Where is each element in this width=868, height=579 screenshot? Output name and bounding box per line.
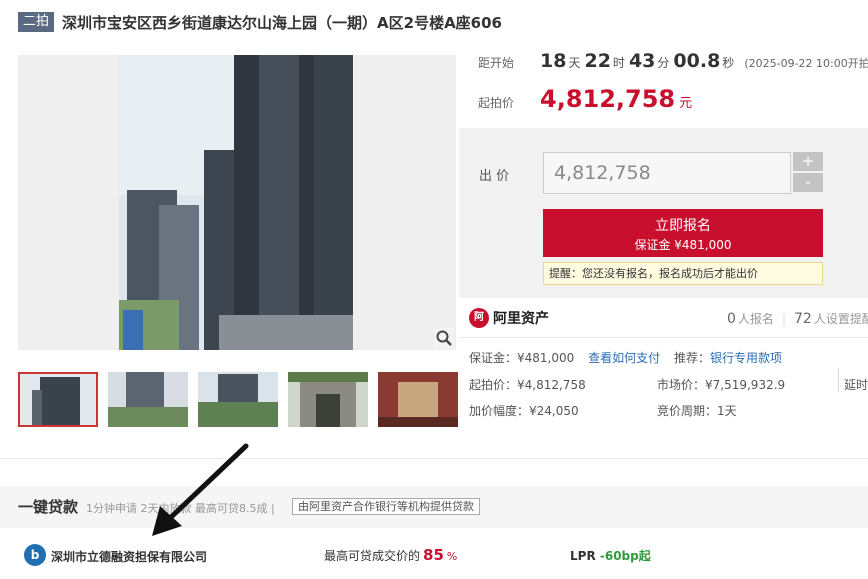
loan-title: 一键贷款: [18, 498, 79, 516]
bid-panel: 出 价 4,812,758 + - 立即报名 保证金 ¥481,000 提醒：您…: [459, 128, 868, 298]
max-loan-percent: 85: [423, 546, 444, 564]
countdown-seconds: 00.8: [673, 50, 721, 72]
annotation-arrow-icon: [152, 443, 249, 536]
deposit-text: 保证金：¥481,000: [469, 351, 575, 365]
ali-assets-icon: 阿: [469, 308, 489, 328]
main-photo[interactable]: [18, 55, 456, 350]
countdown-row: 距开始 18 天 22 时 43 分 00.8 秒 (2025-09-22 10…: [478, 50, 868, 72]
start-price-label: 起拍价: [478, 96, 515, 110]
start-time: (2025-09-22 10:00开拍): [744, 57, 868, 70]
divider: |: [781, 312, 786, 326]
reminder-count: 72: [793, 311, 812, 327]
increase-bid-button[interactable]: +: [793, 152, 823, 171]
title-row: 二拍 深圳市宝安区西乡街道康达尔山海上园（一期）A区2号楼A座606: [18, 10, 502, 34]
delay-info: 延时: [844, 378, 868, 392]
company-logo-icon: b: [24, 544, 46, 566]
countdown-minutes: 43: [628, 50, 656, 72]
enrolled-count: 0: [727, 311, 736, 327]
seconds-unit: 秒: [722, 56, 735, 70]
enroll-button[interactable]: 立即报名 保证金 ¥481,000: [543, 209, 823, 257]
building-photo: [119, 55, 353, 350]
max-loan: 最高可贷成交价的 85%: [324, 546, 457, 564]
percent-sign: %: [446, 550, 458, 563]
minutes-unit: 分: [657, 56, 670, 70]
participation-counts: 0 人报名 | 72 人设置提醒: [727, 310, 868, 327]
magnifier-icon: [436, 330, 452, 346]
reminder-label: 人设置提醒: [813, 312, 868, 326]
how-to-pay-link[interactable]: 查看如何支付: [588, 351, 660, 365]
price-panel: 距开始 18 天 22 时 43 分 00.8 秒 (2025-09-22 10…: [459, 40, 868, 128]
thumbnail-strip: [18, 372, 468, 427]
hours-unit: 时: [612, 56, 625, 70]
decrease-bid-button[interactable]: -: [793, 173, 823, 192]
start-price-info: 起拍价：¥4,812,758: [469, 378, 586, 392]
thumbnail[interactable]: [108, 372, 188, 427]
info-panel: 阿 阿里资产 0 人报名 | 72 人设置提醒 保证金：¥481,000 查看如何支付 …: [459, 298, 868, 433]
countdown-label: 距开始: [478, 56, 515, 70]
bid-input[interactable]: 4,812,758: [543, 152, 791, 194]
bid-label: 出 价: [479, 169, 510, 184]
increment-info: 加价幅度：¥24,050: [469, 404, 579, 418]
enroll-label: 立即报名: [655, 218, 711, 234]
section-divider: [0, 458, 868, 459]
max-loan-label: 最高可贷成交价的: [324, 549, 421, 563]
recommend-label: 推荐：: [673, 351, 710, 365]
lpr-value: -60bp起: [599, 549, 651, 563]
platform-name: 阿里资产: [493, 311, 549, 327]
loan-company-row[interactable]: b 深圳市立德融资担保有限公司 最高可贷成交价的 85% LPR -60bp起: [0, 528, 868, 579]
thumbnail[interactable]: [288, 372, 368, 427]
thumbnail[interactable]: [198, 372, 278, 427]
currency-unit: 元: [679, 96, 693, 111]
enrolled-label: 人报名: [737, 312, 774, 326]
countdown-hours: 22: [584, 50, 611, 72]
deposit-row: 保证金：¥481,000 查看如何支付 推荐：银行专用款项: [469, 349, 782, 366]
loan-provider-tag: 由阿里资产合作银行等机构提供贷款: [292, 498, 480, 515]
lpr-label: LPR: [570, 549, 596, 563]
thumbnail[interactable]: [378, 372, 458, 427]
ali-assets-logo[interactable]: 阿 阿里资产: [469, 308, 549, 328]
start-price-row: 起拍价 4,812,758 元: [478, 85, 692, 113]
zoom-button[interactable]: [434, 328, 454, 348]
divider: [459, 337, 868, 338]
loan-header: 一键贷款 1分钟申请 2天内放款 最高可贷8.5成 | 由阿里资产合作银行等机构…: [0, 486, 868, 528]
reminder-tip: 提醒：您还没有报名，报名成功后才能出价: [543, 262, 823, 285]
company-name: 深圳市立德融资担保有限公司: [51, 550, 208, 564]
deposit-label: 保证金 ¥481,000: [634, 238, 732, 252]
thumbnail[interactable]: [18, 372, 98, 427]
round-badge: 二拍: [18, 12, 55, 32]
days-unit: 天: [568, 56, 581, 70]
bank-account-link[interactable]: 银行专用款项: [710, 351, 782, 365]
divider: [838, 368, 839, 392]
page-title: 深圳市宝安区西乡街道康达尔山海上园（一期）A区2号楼A座606: [62, 13, 502, 32]
cycle-info: 竞价周期：1天: [657, 404, 737, 418]
countdown-days: 18: [540, 50, 567, 72]
auction-page: 二拍 深圳市宝安区西乡街道康达尔山海上园（一期）A区2号楼A座606 距开始 1…: [0, 0, 868, 579]
market-price-info: 市场价：¥7,519,932.9: [657, 378, 786, 392]
start-price-value: 4,812,758: [540, 85, 676, 113]
lpr-rate: LPR -60bp起: [570, 547, 651, 564]
